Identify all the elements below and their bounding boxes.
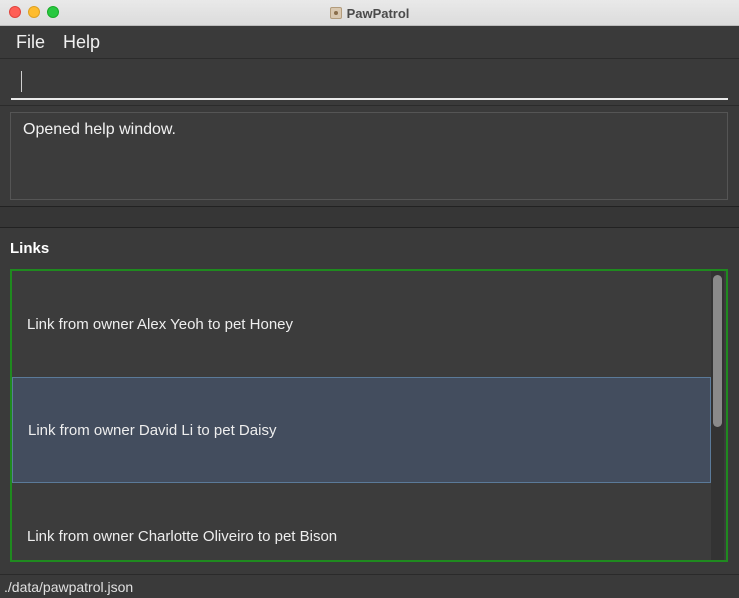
result-message: Opened help window. xyxy=(23,121,176,138)
title-wrap: PawPatrol xyxy=(0,0,739,26)
title-bar: PawPatrol xyxy=(0,0,739,26)
scrollbar-track[interactable] xyxy=(711,271,724,560)
result-display: Opened help window. xyxy=(10,112,728,200)
links-heading: Links xyxy=(10,240,50,257)
menu-help[interactable]: Help xyxy=(63,32,100,53)
text-caret xyxy=(21,71,22,92)
list-item-label: Link from owner Alex Yeoh to pet Honey xyxy=(27,315,294,333)
status-bar: ./data/pawpatrol.json xyxy=(0,574,739,598)
window-title: PawPatrol xyxy=(346,5,410,21)
list-item-label: Link from owner Charlotte Oliveiro to pe… xyxy=(27,527,338,545)
list-item-label: Link from owner David Li to pet Daisy xyxy=(28,421,277,439)
file-path: ./data/pawpatrol.json xyxy=(4,579,134,595)
links-list[interactable]: Link from owner Alex Yeoh to pet Honey L… xyxy=(10,269,728,562)
scrollbar-thumb[interactable] xyxy=(713,275,722,427)
menu-bar: File Help xyxy=(0,26,739,59)
command-area xyxy=(0,59,739,106)
list-item[interactable]: Link from owner Charlotte Oliveiro to pe… xyxy=(12,483,711,560)
app-icon xyxy=(329,7,342,19)
list-item[interactable]: Link from owner Alex Yeoh to pet Honey xyxy=(12,271,711,377)
split-divider[interactable] xyxy=(0,206,739,228)
list-item-selected[interactable]: Link from owner David Li to pet Daisy xyxy=(12,377,711,483)
menu-file[interactable]: File xyxy=(16,32,45,53)
command-input[interactable] xyxy=(11,67,728,100)
